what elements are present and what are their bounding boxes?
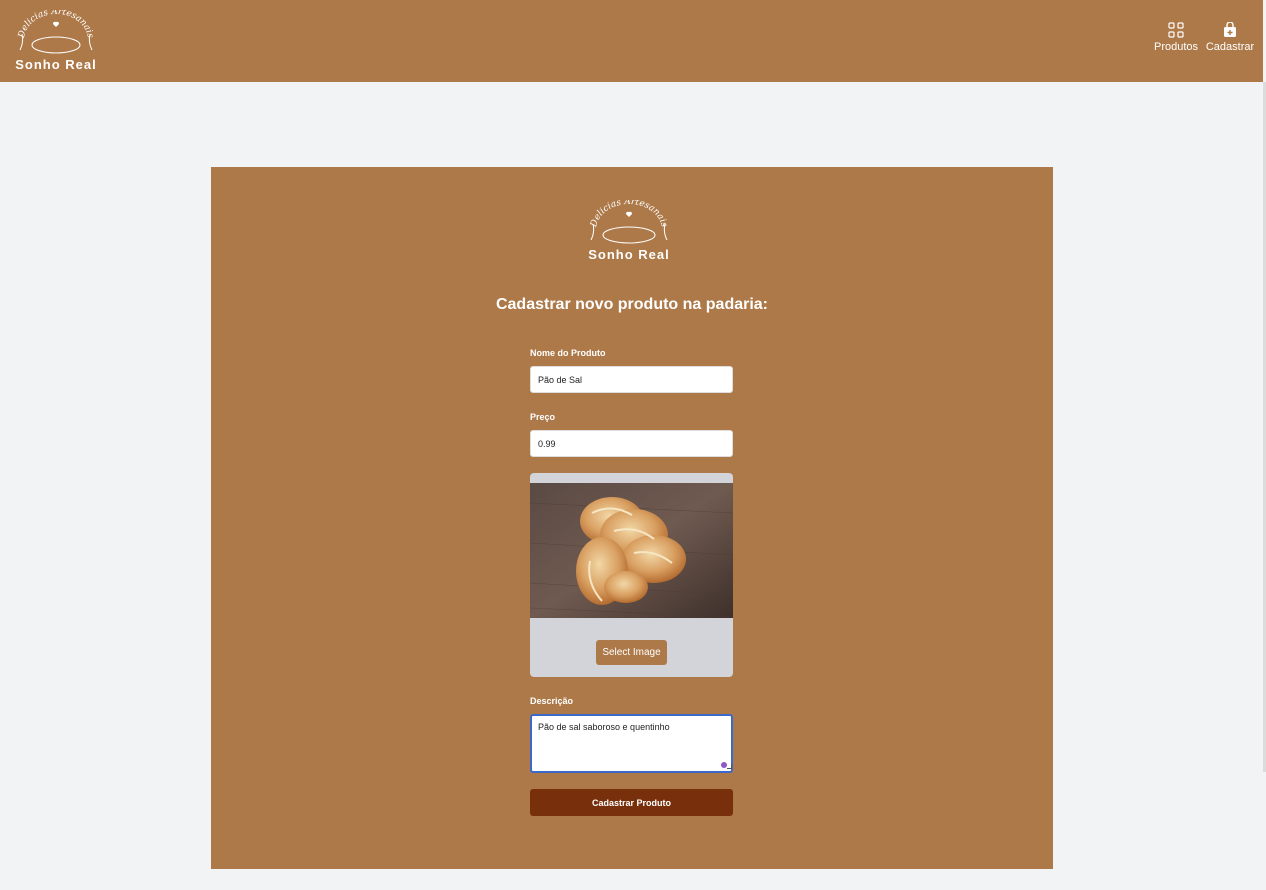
image-upload-panel: Select Image <box>530 473 733 677</box>
preco-label: Preço <box>530 412 556 422</box>
brand-name: Sonho Real <box>15 57 97 72</box>
descricao-label: Descrição <box>530 696 574 706</box>
bread-logo-icon: Delicias Artesanais <box>17 10 95 54</box>
descricao-field[interactable]: Pão de sal saboroso e quentinho <box>530 714 733 773</box>
bread-logo-icon: Delicias Artesanais <box>589 200 669 244</box>
nav-cadastrar-label: Cadastrar <box>1205 41 1255 53</box>
nav-cadastrar[interactable]: Cadastrar <box>1206 22 1254 53</box>
nome-field[interactable] <box>530 366 733 393</box>
form-brand-name: Sonho Real <box>588 247 670 262</box>
cadastrar-produto-button[interactable]: Cadastrar Produto <box>530 789 733 816</box>
top-navbar: Delicias Artesanais Sonho Real Produtos … <box>0 0 1263 82</box>
product-form-card: Delicias Artesanais Sonho Real Cadastrar… <box>211 167 1053 869</box>
form-logo: Delicias Artesanais Sonho Real <box>584 200 674 264</box>
brand-logo[interactable]: Delicias Artesanais Sonho Real <box>14 10 98 74</box>
grid-icon <box>1167 22 1185 38</box>
product-image-preview <box>530 483 733 618</box>
nome-label: Nome do Produto <box>530 348 606 358</box>
page-title: Cadastrar novo produto na padaria: <box>495 296 769 313</box>
resize-handle-icon[interactable] <box>727 764 732 769</box>
nav-produtos[interactable]: Produtos <box>1152 22 1200 53</box>
nav-produtos-label: Produtos <box>1153 41 1199 53</box>
preco-field[interactable] <box>530 430 733 457</box>
select-image-button[interactable]: Select Image <box>596 640 667 665</box>
shopping-bag-plus-icon <box>1221 22 1239 38</box>
